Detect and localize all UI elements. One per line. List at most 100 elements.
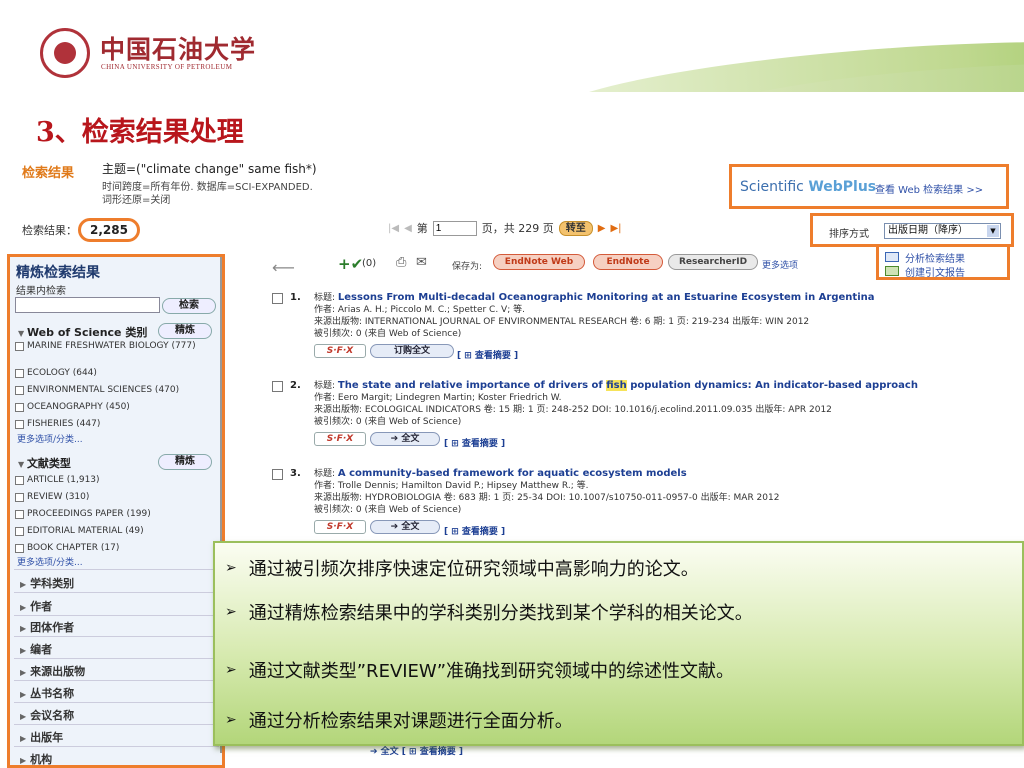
refine-panel: 精炼检索结果 结果内检索 检索 ▼ Web of Science 类别 精炼 M… — [7, 254, 225, 768]
search-within-button[interactable]: 检索 — [162, 298, 216, 314]
doc-type-item[interactable]: EDITORIAL MATERIAL (49) — [15, 526, 215, 537]
summary-point: ➢ 通过分析检索结果对课题进行全面分析。 — [225, 711, 573, 732]
goto-button[interactable]: 转至 — [558, 220, 593, 236]
last-page-icon[interactable]: ▶| — [610, 223, 621, 234]
result-record: 2. 标题: The state and relative importance… — [272, 380, 1012, 460]
more-options-link[interactable]: 更多选项 — [762, 258, 798, 271]
refine-title: 精炼检索结果 — [16, 265, 100, 281]
researcherid-button[interactable]: ResearcherID — [668, 254, 758, 270]
doc-type-item[interactable]: ARTICLE (1,913) — [15, 475, 215, 486]
refine-wos-button[interactable]: 精炼 — [158, 323, 212, 339]
lemmatization-text: 词形还原=关闭 — [102, 195, 171, 206]
sort-select[interactable]: 出版日期（降序） ▼ — [884, 223, 1001, 239]
record-checkbox[interactable] — [272, 293, 283, 304]
page-number-input[interactable] — [432, 220, 477, 236]
record-number: 1. — [290, 292, 301, 303]
citation-report-link[interactable]: 创建引文报告 — [905, 264, 965, 279]
refine-category[interactable]: ▶ 学科类别 — [20, 575, 74, 591]
page-total: 页，共 229 页 — [481, 222, 554, 235]
more-options-link[interactable]: 更多选项/分类... — [17, 432, 83, 445]
marked-count: (0) — [362, 258, 377, 269]
refine-category[interactable]: ▶ 会议名称 — [20, 707, 74, 723]
endnote-web-button[interactable]: EndNote Web — [493, 254, 585, 270]
refine-category[interactable]: ▶ 出版年 — [20, 729, 63, 745]
pager: |◀ ◀ 第 页，共 229 页 转至 ▶ ▶| — [388, 220, 622, 236]
search-within-input[interactable] — [15, 297, 160, 313]
refine-category[interactable]: ▶ 编者 — [20, 641, 52, 657]
arrow-bullet-icon: ➢ — [225, 662, 237, 678]
refine-category[interactable]: ▶ 丛书名称 — [20, 685, 74, 701]
arrow-bullet-icon: ➢ — [225, 712, 237, 728]
select-arrow-icon: ⟵ — [272, 258, 295, 277]
order-fulltext-button[interactable]: 订购全文 — [370, 344, 454, 358]
result-count-value: 2,285 — [78, 218, 140, 242]
search-within-label: 结果内检索 — [16, 286, 66, 297]
first-page-icon[interactable]: |◀ — [388, 223, 399, 234]
next-page-icon[interactable]: ▶ — [598, 223, 606, 234]
record-number: 2. — [290, 380, 301, 391]
add-to-marked-icon[interactable]: +✔ — [338, 255, 363, 273]
refine-doc-button[interactable]: 精炼 — [158, 454, 212, 470]
sfx-button[interactable]: S·F·X — [314, 520, 366, 534]
result-record: 1. 标题: Lessons From Multi-decadal Oceano… — [272, 292, 1012, 372]
record-title-link[interactable]: A community-based framework for aquatic … — [338, 468, 687, 479]
fulltext-button[interactable]: ➔ 全文 — [370, 520, 440, 534]
sort-label: 排序方式 — [829, 229, 869, 240]
fulltext-button[interactable]: ➔ 全文 — [370, 432, 440, 446]
bar-chart-icon — [885, 266, 899, 276]
record-source: 来源出版物: ECOLOGICAL INDICATORS 卷: 15 期: 1 … — [314, 405, 832, 415]
wos-item[interactable]: ENVIRONMENTAL SCIENCES (470) — [15, 385, 215, 396]
result-record: 3. 标题: A community-based framework for a… — [272, 468, 1012, 543]
refine-category[interactable]: ▶ 作者 — [20, 598, 52, 614]
view-abstract-link[interactable]: [ ⊞ 查看摘要 ] — [457, 348, 518, 361]
wos-item[interactable]: OCEANOGRAPHY (450) — [15, 402, 215, 413]
scientific-webplus-box: Scientific WebPlus 查看 Web 检索结果 >> — [729, 164, 1009, 209]
mail-icon[interactable]: ✉ — [416, 255, 427, 270]
record-source: 来源出版物: INTERNATIONAL JOURNAL OF ENVIRONM… — [314, 317, 810, 327]
header-decoration — [304, 0, 1024, 92]
record-checkbox[interactable] — [272, 469, 283, 480]
record-title-line: 标题: Lessons From Multi-decadal Oceanogra… — [314, 292, 875, 303]
slide-title: 3、检索结果处理 — [36, 117, 244, 148]
query-text: 主题=("climate change" same fish*) — [102, 162, 317, 176]
sfx-button[interactable]: S·F·X — [314, 432, 366, 446]
result-count-label: 检索结果： — [22, 224, 77, 237]
prev-page-icon[interactable]: ◀ — [404, 223, 412, 234]
university-name-cn: 中国石油大学 — [100, 35, 257, 64]
web-results-link[interactable]: 查看 Web 检索结果 >> — [875, 181, 983, 196]
refine-category[interactable]: ▶ 团体作者 — [20, 619, 74, 635]
refine-category[interactable]: ▶ 来源出版物 — [20, 663, 85, 679]
wos-item[interactable]: MARINE FRESHWATER BIOLOGY (777) — [15, 341, 215, 352]
summary-point: ➢ 通过文献类型”REVIEW”准确找到研究领域中的综述性文献。 — [225, 661, 735, 682]
record-authors: 作者: Trolle Dennis; Hamilton David P.; Hi… — [314, 481, 589, 491]
sort-box: 排序方式 出版日期（降序） ▼ — [810, 213, 1014, 247]
arrow-bullet-icon: ➢ — [225, 560, 237, 576]
record-title-line: 标题: A community-based framework for aqua… — [314, 468, 687, 479]
summary-callout: ➢ 通过被引频次排序快速定位研究领域中高影响力的论文。 ➢ 通过精炼检索结果中的学科… — [213, 541, 1024, 746]
view-abstract-link[interactable]: [ ⊞ 查看摘要 ] — [444, 524, 505, 537]
result-heading: 检索结果 — [22, 166, 75, 181]
view-abstract-link[interactable]: [ ⊞ 查看摘要 ] — [444, 436, 505, 449]
analyze-results-link[interactable]: 分析检索结果 — [905, 250, 965, 265]
more-options-link[interactable]: 更多选项/分类... — [17, 555, 83, 568]
wos-item[interactable]: FISHERIES (447) — [15, 419, 215, 430]
page-label: 第 — [416, 222, 428, 235]
record-title-link[interactable]: Lessons From Multi-decadal Oceanographic… — [338, 292, 875, 303]
record-title-link[interactable]: The state and relative importance of dri… — [338, 380, 918, 391]
doc-type-item[interactable]: PROCEEDINGS PAPER (199) — [15, 509, 215, 520]
doc-type-item[interactable]: REVIEW (310) — [15, 492, 215, 503]
record-cited: 被引频次: 0 (来自 Web of Science) — [314, 417, 462, 427]
record-authors: 作者: Eero Margit; Lindegren Martin; Koste… — [314, 393, 562, 403]
record-checkbox[interactable] — [272, 381, 283, 392]
endnote-button[interactable]: EndNote — [593, 254, 663, 270]
arrow-bullet-icon: ➢ — [225, 604, 237, 620]
refine-category[interactable]: ▶ 机构 — [20, 751, 52, 765]
slide-header: 中国石油大学 CHINA UNIVERSITY OF PETROLEUM — [0, 0, 1024, 92]
record-title-line: 标题: The state and relative importance of… — [314, 380, 918, 391]
summary-point: ➢ 通过精炼检索结果中的学科类别分类找到某个学科的相关论文。 — [225, 603, 753, 624]
analysis-box: 分析检索结果 创建引文报告 — [876, 244, 1010, 280]
sfx-button[interactable]: S·F·X — [314, 344, 366, 358]
print-icon[interactable]: ⎙ — [396, 255, 406, 270]
wos-item[interactable]: ECOLOGY (644) — [15, 368, 215, 379]
doc-type-item[interactable]: BOOK CHAPTER (17) — [15, 543, 215, 554]
